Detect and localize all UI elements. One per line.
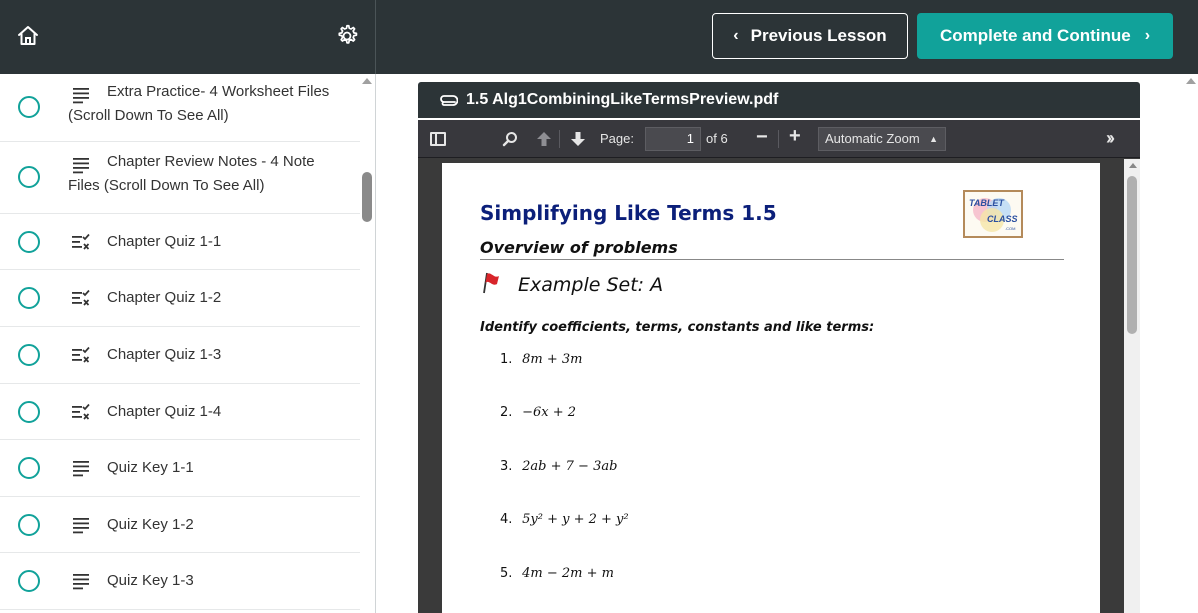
attachment-filename[interactable]: 1.5 Alg1CombiningLikeTermsPreview.pdf [466, 91, 778, 109]
svg-text:TABLET: TABLET [969, 198, 1005, 208]
home-icon[interactable] [16, 24, 40, 48]
search-icon[interactable] [502, 131, 518, 147]
incomplete-status-icon [18, 457, 40, 479]
page-label: Page: [600, 131, 634, 146]
toolbar-separator [778, 130, 779, 148]
scroll-up-arrow-icon[interactable] [362, 78, 372, 84]
lesson-list: Extra Practice- 4 Worksheet Files (Scrol… [0, 74, 360, 610]
page-total: of 6 [706, 131, 728, 146]
zoom-select[interactable]: Automatic Zoom ▲ [818, 127, 946, 151]
pdf-scrollbar[interactable] [1124, 159, 1140, 613]
example-set-heading: Example Set: A [518, 274, 664, 296]
previous-lesson-button[interactable]: ‹ Previous Lesson [712, 13, 908, 59]
lesson-item-label: Quiz Key 1-2 [107, 516, 194, 533]
lesson-content: 1.5 Alg1CombiningLikeTermsPreview.pdf Pa… [376, 74, 1198, 613]
lesson-item-label: Chapter Quiz 1-4 [107, 403, 222, 420]
lesson-item-chapter-quiz-1-4[interactable]: Chapter Quiz 1-4 [0, 384, 360, 440]
attachment-header: 1.5 Alg1CombiningLikeTermsPreview.pdf [418, 82, 1140, 118]
scroll-up-arrow-icon[interactable] [1129, 163, 1137, 168]
sidebar-header [0, 0, 376, 74]
top-bar: ‹ Previous Lesson Complete and Continue … [0, 0, 1198, 74]
pdf-instruction: Identify coefficients, terms, constants … [480, 320, 875, 335]
pdf-scroll-thumb[interactable] [1127, 176, 1137, 334]
flag-icon [483, 272, 499, 294]
chevron-left-icon: ‹ [733, 27, 739, 44]
zoom-out-icon[interactable]: − [756, 126, 768, 149]
pdf-page: Simplifying Like Terms 1.5 TABLET CLASS … [442, 163, 1100, 613]
toggle-sidebar-icon[interactable] [430, 132, 446, 146]
toolbar-separator [559, 130, 560, 148]
previous-page-arrow-icon[interactable] [536, 131, 552, 147]
page-scroll-up-arrow-icon[interactable] [1186, 78, 1196, 84]
lesson-item-quiz-key-1-1[interactable]: Quiz Key 1-1 [0, 440, 360, 497]
lesson-item-label: Chapter Quiz 1-3 [107, 346, 222, 363]
more-tools-icon[interactable]: ›› [1106, 128, 1115, 149]
next-page-arrow-icon[interactable] [570, 131, 586, 147]
page-number-input[interactable]: 1 [645, 127, 701, 151]
lesson-item-chapter-quiz-1-1[interactable]: Chapter Quiz 1-1 [0, 214, 360, 270]
chevron-right-icon: › [1144, 27, 1151, 44]
problem-item: 1. 8m + 3m [500, 352, 583, 367]
paperclip-icon [440, 95, 458, 106]
incomplete-status-icon [18, 514, 40, 536]
incomplete-status-icon [18, 401, 40, 423]
course-sidebar: Extra Practice- 4 Worksheet Files (Scrol… [0, 74, 376, 613]
select-arrows-icon: ▲ [929, 134, 938, 144]
lesson-item-label: Quiz Key 1-3 [107, 572, 194, 589]
pdf-viewer: Page: 1 of 6 − + Automatic Zoom ▲ ›› Sim… [418, 120, 1140, 613]
problem-item: 5. 4m − 2m + m [500, 566, 614, 581]
logo-circles-icon: TABLET CLASS .COM [969, 198, 1018, 232]
complete-and-continue-button[interactable]: Complete and Continue › [917, 13, 1173, 59]
pdf-title: Simplifying Like Terms 1.5 [480, 201, 777, 225]
lesson-item-label: Chapter Review Notes - 4 Note Files (Scr… [68, 153, 315, 194]
problem-item: 4. 5y² + y + 2 + y² [500, 512, 629, 527]
lesson-item-chapter-quiz-1-2[interactable]: Chapter Quiz 1-2 [0, 270, 360, 327]
lesson-item-label: Chapter Quiz 1-1 [107, 233, 222, 250]
lesson-item-chapter-review-notes[interactable]: Chapter Review Notes - 4 Note Files (Scr… [0, 142, 360, 214]
incomplete-status-icon [18, 96, 40, 118]
lesson-item-label: Chapter Quiz 1-2 [107, 289, 222, 306]
problem-item: 3. 2ab + 7 − 3ab [500, 459, 618, 474]
lesson-item-quiz-key-1-2[interactable]: Quiz Key 1-2 [0, 497, 360, 553]
incomplete-status-icon [18, 344, 40, 366]
incomplete-status-icon [18, 231, 40, 253]
svg-text:.COM: .COM [1005, 226, 1015, 231]
lesson-item-extra-practice[interactable]: Extra Practice- 4 Worksheet Files (Scrol… [0, 74, 360, 142]
zoom-in-icon[interactable]: + [789, 125, 801, 148]
incomplete-status-icon [18, 287, 40, 309]
pdf-rule [480, 259, 1064, 260]
lesson-item-quiz-key-1-3[interactable]: Quiz Key 1-3 [0, 553, 360, 610]
pdf-toolbar: Page: 1 of 6 − + Automatic Zoom ▲ ›› [418, 120, 1140, 158]
pdf-subtitle: Overview of problems [480, 238, 678, 257]
complete-and-continue-label: Complete and Continue [939, 26, 1131, 45]
zoom-select-value: Automatic Zoom [825, 131, 920, 146]
gear-icon[interactable] [334, 23, 360, 49]
incomplete-status-icon [18, 570, 40, 592]
lesson-item-label: Quiz Key 1-1 [107, 459, 194, 476]
sidebar-scroll-thumb[interactable] [362, 172, 372, 222]
previous-lesson-label: Previous Lesson [750, 26, 887, 45]
lesson-item-chapter-quiz-1-3[interactable]: Chapter Quiz 1-3 [0, 327, 360, 384]
tabletclass-logo: TABLET CLASS .COM [963, 190, 1023, 238]
incomplete-status-icon [18, 166, 40, 188]
svg-text:CLASS: CLASS [987, 214, 1018, 224]
pdf-page-area: Simplifying Like Terms 1.5 TABLET CLASS … [418, 159, 1124, 613]
problem-item: 2. −6x + 2 [500, 405, 577, 420]
lesson-item-label: Extra Practice- 4 Worksheet Files (Scrol… [68, 83, 330, 124]
sidebar-scrollbar[interactable] [360, 74, 375, 613]
